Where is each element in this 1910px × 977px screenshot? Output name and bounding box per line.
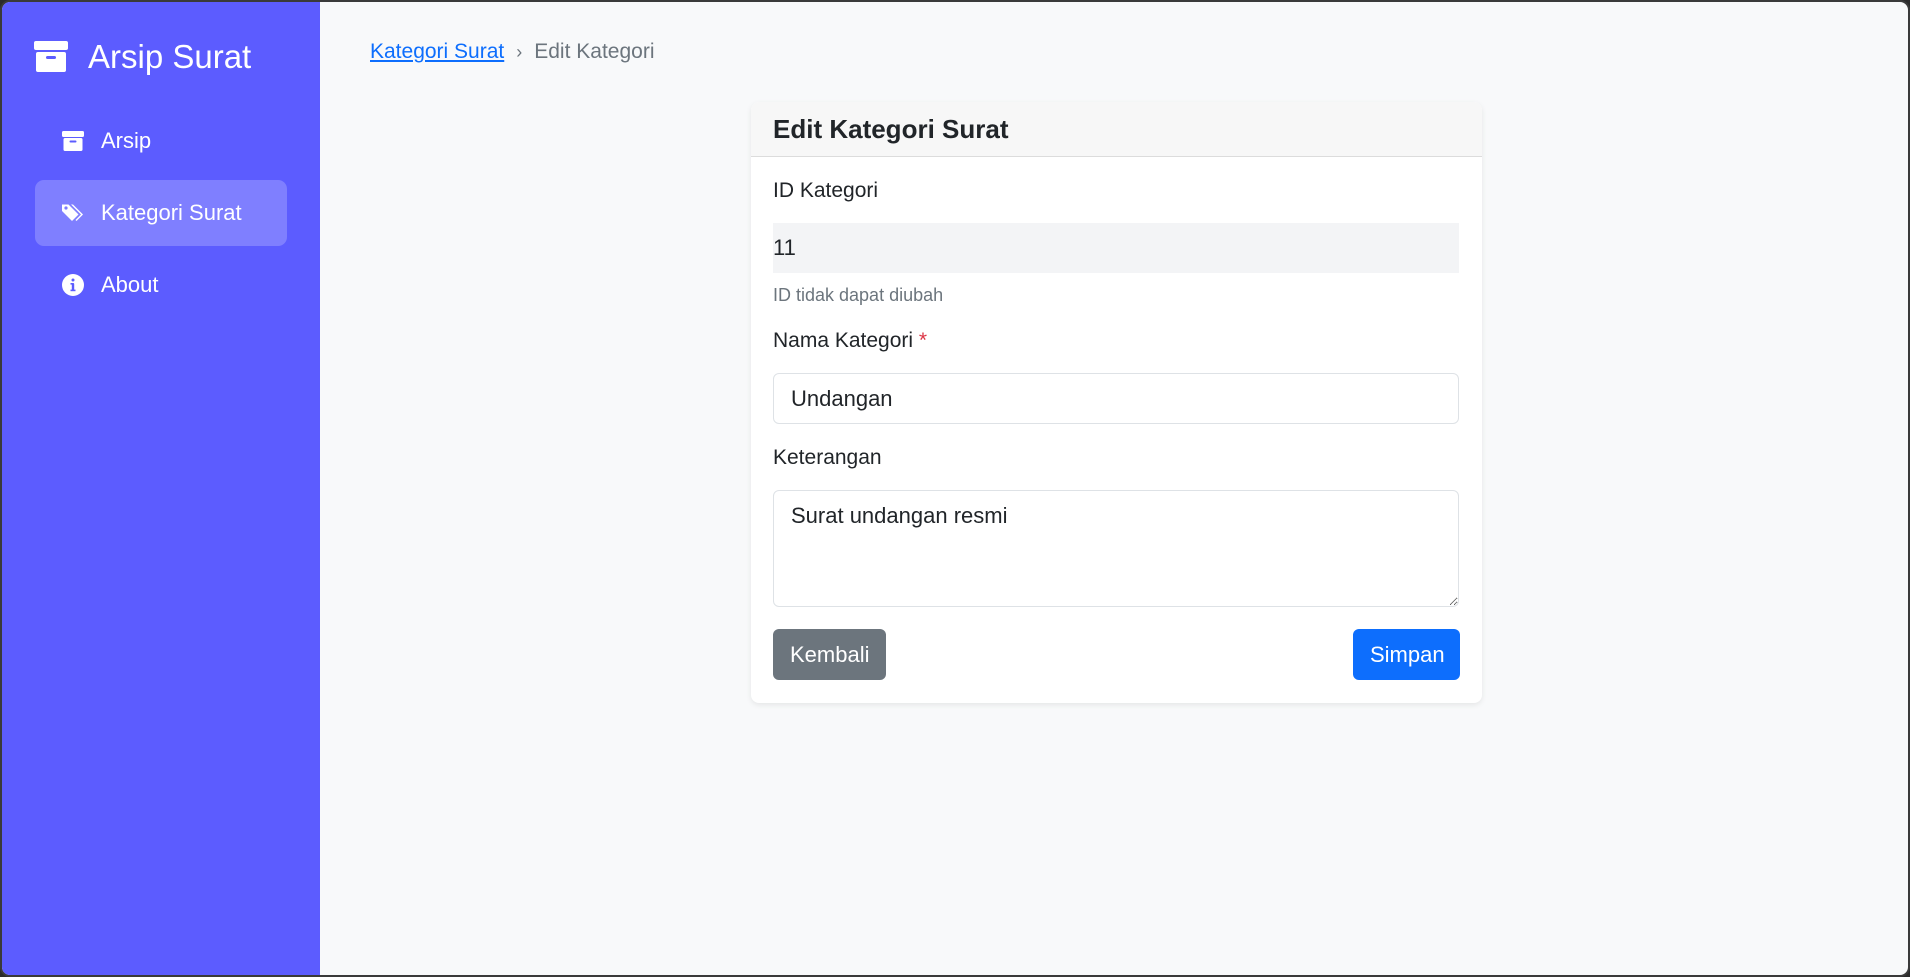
- archive-icon: [62, 131, 84, 151]
- info-icon: [62, 274, 84, 296]
- sidebar-item-label: About: [101, 272, 159, 297]
- description-textarea[interactable]: Surat undangan resmi: [773, 490, 1459, 607]
- card-title: Edit Kategori Surat: [751, 102, 1482, 157]
- name-input[interactable]: [773, 373, 1459, 424]
- sidebar-nav: Arsip Kategori Surat About: [2, 108, 320, 318]
- id-field: 11: [773, 223, 1459, 273]
- id-help-text: ID tidak dapat diubah: [773, 285, 944, 305]
- sidebar-item-arsip[interactable]: Arsip: [35, 108, 287, 174]
- breadcrumb: Kategori Surat › Edit Kategori: [370, 40, 655, 64]
- brand[interactable]: Arsip Surat: [2, 32, 320, 82]
- sidebar-item-kategori-surat[interactable]: Kategori Surat: [35, 180, 287, 246]
- brand-title: Arsip Surat: [88, 38, 252, 75]
- back-button[interactable]: Kembali: [773, 629, 886, 680]
- sidebar-item-label: Kategori Surat: [101, 200, 242, 225]
- tags-icon: [62, 204, 83, 221]
- edit-category-card: Edit Kategori Surat ID Kategori 11 ID ti…: [751, 102, 1482, 703]
- description-label: Keterangan: [773, 446, 882, 469]
- required-marker: *: [918, 329, 928, 352]
- sidebar: Arsip Surat Arsip Kategori Surat About: [2, 2, 320, 975]
- breadcrumb-link-kategori-surat[interactable]: Kategori Surat: [370, 40, 504, 64]
- save-button[interactable]: Simpan: [1353, 629, 1460, 680]
- breadcrumb-current: Edit Kategori: [534, 40, 655, 63]
- archive-icon: [34, 41, 68, 72]
- name-label: Nama Kategori *: [773, 329, 927, 353]
- breadcrumb-separator: ›: [516, 41, 523, 62]
- name-label-text: Nama Kategori: [773, 329, 914, 352]
- main-content: Kategori Surat › Edit Kategori Edit Kate…: [320, 2, 1908, 975]
- sidebar-item-label: Arsip: [101, 128, 152, 153]
- id-label: ID Kategori: [773, 179, 879, 202]
- sidebar-item-about[interactable]: About: [35, 252, 287, 318]
- app-window: Arsip Surat Arsip Kategori Surat About K…: [0, 0, 1910, 977]
